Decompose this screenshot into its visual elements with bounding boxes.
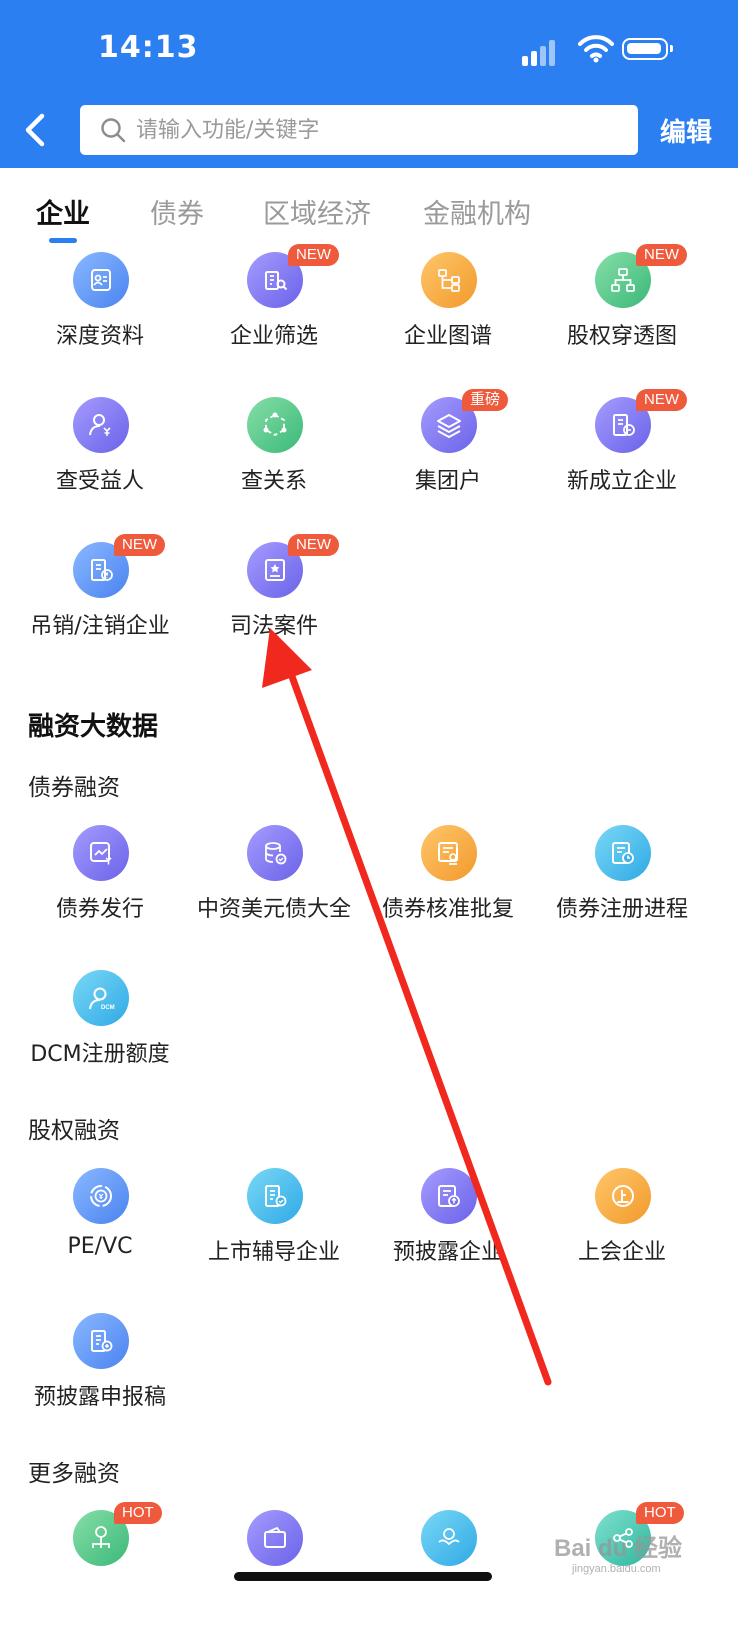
baidu-watermark: Bai du 经验 jingyan.baidu.com xyxy=(554,1528,682,1575)
section-title-financing: 融资大数据 xyxy=(28,712,159,742)
grid-item-enterprise-filter[interactable]: NEW 企业筛选 xyxy=(184,244,364,372)
item-label: 上会企业 xyxy=(577,1240,666,1265)
grid-item-equity-penetration[interactable]: NEW 股权穿透图 xyxy=(532,244,712,372)
person-dcm-icon: DCM xyxy=(73,970,129,1026)
grid-item-deep-profile[interactable]: 深度资料 xyxy=(10,252,190,372)
tab-active-indicator xyxy=(49,238,77,243)
grid-item-enterprise-graph[interactable]: 企业图谱 xyxy=(358,252,538,372)
item-label: PE/VC xyxy=(67,1234,133,1259)
new-badge: NEW xyxy=(114,534,165,556)
battery-icon xyxy=(622,38,673,60)
item-label: 查关系 xyxy=(240,469,307,494)
grid-item-usd-bonds[interactable]: 中资美元债大全 xyxy=(184,825,364,945)
back-button[interactable] xyxy=(18,108,54,152)
item-label: 企业筛选 xyxy=(229,324,318,349)
org-chart-icon xyxy=(421,252,477,308)
hot-badge: HOT xyxy=(636,1502,684,1524)
cellular-signal-icon xyxy=(522,38,562,66)
new-badge: NEW xyxy=(288,534,339,556)
grid-item-listing-guidance[interactable]: 上市辅导企业 xyxy=(184,1168,364,1288)
grid-item-bond-issuance[interactable]: 债券发行 xyxy=(10,825,190,945)
grid-item-pe-vc[interactable]: PE/VC xyxy=(10,1168,190,1288)
new-badge: NEW xyxy=(636,244,687,266)
item-label: 查受益人 xyxy=(55,469,144,494)
item-label: 债券发行 xyxy=(55,897,144,922)
hands-icon xyxy=(421,1510,477,1566)
new-badge: NEW xyxy=(288,244,339,266)
svg-text:DCM: DCM xyxy=(101,1005,115,1011)
wifi-icon xyxy=(578,35,614,63)
building-plus-icon xyxy=(73,1313,129,1369)
tab-regional-economy[interactable]: 区域经济 xyxy=(263,192,371,231)
grid-item-new-enterprise[interactable]: NEW 新成立企业 xyxy=(532,389,712,517)
grid-item-pre-disclosure-draft[interactable]: 预披露申报稿 xyxy=(10,1313,190,1433)
edit-button[interactable]: 编辑 xyxy=(660,112,712,149)
search-input[interactable] xyxy=(136,105,626,155)
search-icon xyxy=(101,118,126,143)
grid-item-more-3[interactable] xyxy=(358,1510,538,1630)
tab-bond[interactable]: 债券 xyxy=(150,192,204,231)
tab-financial-institution[interactable]: 金融机构 xyxy=(423,192,531,231)
tab-enterprise[interactable]: 企业 xyxy=(36,192,90,231)
person-yuan-icon xyxy=(73,397,129,453)
grid-item-revoked-enterprise[interactable]: NEW 吊销/注销企业 xyxy=(10,534,190,662)
document-stamp-icon xyxy=(421,825,477,881)
chart-yuan-icon xyxy=(73,825,129,881)
database-check-icon xyxy=(247,825,303,881)
grid-item-bond-registration[interactable]: 债券注册进程 xyxy=(532,825,712,945)
item-label: 司法案件 xyxy=(229,614,318,639)
grid-item-bond-approval[interactable]: 债券核准批复 xyxy=(358,825,538,945)
document-upload-icon xyxy=(421,1168,477,1224)
grid-item-meeting-enterprise[interactable]: 上会企业 xyxy=(532,1168,712,1288)
item-label: 上市辅导企业 xyxy=(207,1240,340,1265)
subsection-title-more: 更多融资 xyxy=(28,1461,120,1487)
grid-item-legal-case[interactable]: NEW 司法案件 xyxy=(184,534,364,662)
subsection-title-bond: 债券融资 xyxy=(28,775,120,801)
status-time: 14:13 xyxy=(98,30,199,65)
watermark-main: Bai du 经验 xyxy=(554,1535,683,1562)
new-badge: NEW xyxy=(636,389,687,411)
category-tabs: 企业 债券 区域经济 金融机构 xyxy=(0,182,738,243)
grid-item-more-1[interactable]: HOT xyxy=(10,1502,190,1630)
item-label: 吊销/注销企业 xyxy=(30,614,170,639)
item-label: 企业图谱 xyxy=(403,324,492,349)
item-label: 债券注册进程 xyxy=(555,897,688,922)
circle-shang-icon xyxy=(595,1168,651,1224)
wallet-icon xyxy=(247,1510,303,1566)
item-label: DCM注册额度 xyxy=(30,1042,170,1067)
search-bar[interactable] xyxy=(80,105,638,155)
top-bar: 14:13 编辑 xyxy=(0,0,738,168)
item-label: 深度资料 xyxy=(55,324,144,349)
grid-item-relationship[interactable]: 查关系 xyxy=(184,397,364,517)
grid-item-group-account[interactable]: 重磅 集团户 xyxy=(358,389,538,517)
item-label: 新成立企业 xyxy=(566,469,677,494)
document-clock-icon xyxy=(595,825,651,881)
grid-item-more-2[interactable] xyxy=(184,1510,364,1630)
network-icon xyxy=(247,397,303,453)
building-check-icon xyxy=(247,1168,303,1224)
hot-badge: HOT xyxy=(114,1502,162,1524)
item-label: 中资美元债大全 xyxy=(196,897,351,922)
grid-item-dcm-quota[interactable]: DCM DCM注册额度 xyxy=(10,970,190,1090)
grid-item-pre-disclosure-enterprise[interactable]: 预披露企业 xyxy=(358,1168,538,1288)
subsection-title-equity: 股权融资 xyxy=(28,1118,120,1144)
coin-yuan-icon xyxy=(73,1168,129,1224)
profile-card-icon xyxy=(73,252,129,308)
item-label: 集团户 xyxy=(414,469,481,494)
highlight-badge: 重磅 xyxy=(462,389,509,411)
item-label: 预披露企业 xyxy=(392,1240,503,1265)
home-indicator[interactable] xyxy=(234,1572,492,1581)
item-label: 预披露申报稿 xyxy=(33,1385,166,1410)
grid-item-beneficiary[interactable]: 查受益人 xyxy=(10,397,190,517)
item-label: 债券核准批复 xyxy=(381,897,514,922)
item-label: 股权穿透图 xyxy=(566,324,677,349)
watermark-sub: jingyan.baidu.com xyxy=(572,1563,661,1575)
